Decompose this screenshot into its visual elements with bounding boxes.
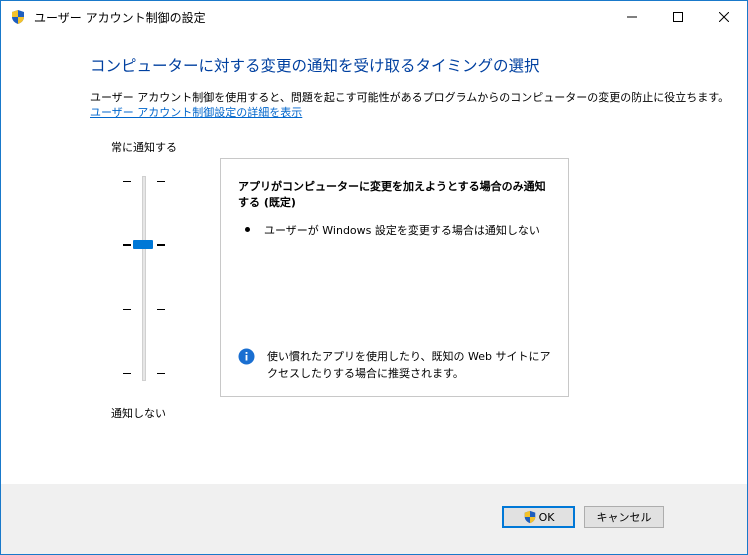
slider-tick bbox=[157, 181, 165, 182]
close-icon bbox=[719, 12, 729, 22]
window-title: ユーザー アカウント制御の設定 bbox=[34, 11, 206, 25]
ok-button-label: OK bbox=[538, 510, 555, 524]
slider-track[interactable] bbox=[142, 176, 146, 381]
minimize-button[interactable] bbox=[609, 1, 655, 33]
uac-shield-icon bbox=[10, 9, 26, 25]
title-bar: ユーザー アカウント制御の設定 bbox=[1, 1, 747, 33]
level-bullet: ユーザーが Windows 設定を変更する場合は通知しない bbox=[264, 224, 540, 237]
info-icon bbox=[238, 348, 255, 365]
cancel-button-label: キャンセル bbox=[596, 511, 652, 524]
uac-details-link[interactable]: ユーザー アカウント制御設定の詳細を表示 bbox=[90, 104, 302, 120]
minimize-icon bbox=[627, 16, 637, 18]
close-button[interactable] bbox=[701, 1, 747, 33]
slider-top-label: 常に通知する bbox=[111, 141, 177, 154]
slider-tick bbox=[123, 373, 131, 374]
slider-tick bbox=[157, 373, 165, 374]
slider-tick bbox=[123, 244, 131, 246]
level-title: アプリがコンピューターに変更を加えようとする場合のみ通知する (既定) bbox=[238, 180, 546, 209]
slider-tick bbox=[123, 181, 131, 182]
bullet-icon bbox=[245, 227, 250, 232]
page-heading: コンピューターに対する変更の通知を受け取るタイミングの選択 bbox=[90, 57, 540, 75]
maximize-button[interactable] bbox=[655, 1, 701, 33]
uac-settings-window: ユーザー アカウント制御の設定 コンピューターに対する変更の通知を受け取るタイミ… bbox=[0, 0, 748, 555]
maximize-icon bbox=[673, 12, 683, 22]
slider-thumb[interactable] bbox=[133, 240, 153, 249]
cancel-button[interactable]: キャンセル bbox=[584, 506, 664, 528]
level-description-panel: アプリがコンピューターに変更を加えようとする場合のみ通知する (既定) ユーザー… bbox=[220, 158, 569, 397]
recommendation-note: 使い慣れたアプリを使用したり、既知の Web サイトにアクセスしたりする場合に推… bbox=[267, 350, 551, 380]
description-text: ユーザー アカウント制御を使用すると、問題を起こす可能性があるプログラムからのコ… bbox=[90, 91, 730, 104]
ok-button[interactable]: OK bbox=[502, 506, 575, 528]
slider-tick bbox=[157, 309, 165, 310]
slider-tick bbox=[157, 244, 165, 246]
uac-shield-icon bbox=[524, 510, 535, 524]
slider-tick bbox=[123, 309, 131, 310]
slider-bottom-label: 通知しない bbox=[111, 407, 166, 420]
